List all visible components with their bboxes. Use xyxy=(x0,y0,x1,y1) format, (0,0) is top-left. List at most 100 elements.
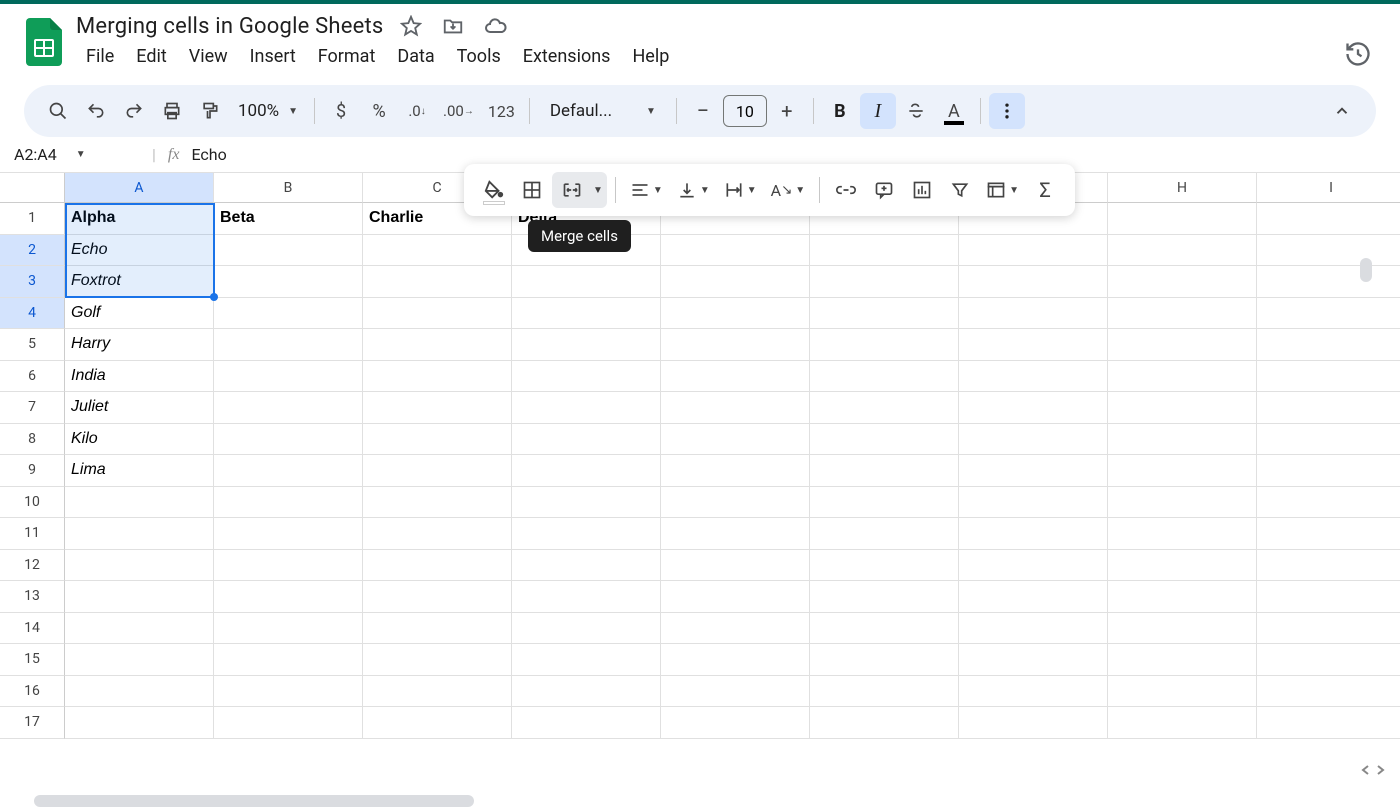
cell[interactable] xyxy=(65,676,214,708)
cell[interactable] xyxy=(1108,613,1257,645)
cell[interactable] xyxy=(363,518,512,550)
cell[interactable] xyxy=(810,329,959,361)
cell[interactable] xyxy=(363,581,512,613)
more-toolbar-button[interactable] xyxy=(989,93,1025,129)
cell[interactable] xyxy=(214,361,363,393)
cell[interactable] xyxy=(363,392,512,424)
more-formats-button[interactable]: 123 xyxy=(482,93,521,129)
star-icon[interactable] xyxy=(397,12,425,40)
column-header[interactable]: A xyxy=(65,173,214,203)
cell[interactable] xyxy=(512,518,661,550)
cell[interactable] xyxy=(512,707,661,739)
cell[interactable] xyxy=(363,361,512,393)
redo-icon[interactable] xyxy=(116,93,152,129)
cell[interactable] xyxy=(214,644,363,676)
horizontal-scrollbar-thumb[interactable] xyxy=(34,795,474,807)
menu-file[interactable]: File xyxy=(76,42,124,71)
cell[interactable] xyxy=(363,613,512,645)
search-icon[interactable] xyxy=(40,93,76,129)
cell[interactable] xyxy=(661,424,810,456)
text-color-button[interactable]: A xyxy=(936,93,972,129)
insert-comment-icon[interactable] xyxy=(866,172,902,208)
cell[interactable] xyxy=(661,581,810,613)
cell[interactable] xyxy=(1257,676,1400,708)
cell[interactable] xyxy=(959,329,1108,361)
cell[interactable] xyxy=(65,613,214,645)
cell[interactable] xyxy=(661,487,810,519)
cell[interactable] xyxy=(1108,298,1257,330)
menu-edit[interactable]: Edit xyxy=(126,42,176,71)
menu-insert[interactable]: Insert xyxy=(240,42,306,71)
cell[interactable] xyxy=(959,518,1108,550)
merge-cells-button[interactable] xyxy=(556,172,588,208)
row-header[interactable]: 2 xyxy=(0,235,65,267)
scroll-left-icon[interactable] xyxy=(1360,764,1372,776)
cell[interactable] xyxy=(512,424,661,456)
cell[interactable] xyxy=(959,455,1108,487)
cell[interactable] xyxy=(512,613,661,645)
cell[interactable] xyxy=(363,298,512,330)
cell[interactable] xyxy=(1257,518,1400,550)
cell[interactable]: Foxtrot xyxy=(65,266,214,298)
cell[interactable] xyxy=(363,644,512,676)
cell[interactable] xyxy=(661,707,810,739)
cell[interactable] xyxy=(1257,613,1400,645)
menu-tools[interactable]: Tools xyxy=(447,42,511,71)
cell[interactable] xyxy=(661,644,810,676)
cell[interactable]: Echo xyxy=(65,235,214,267)
menu-extensions[interactable]: Extensions xyxy=(513,42,621,71)
strikethrough-button[interactable] xyxy=(898,93,934,129)
cell[interactable] xyxy=(1108,676,1257,708)
row-header[interactable]: 4 xyxy=(0,298,65,330)
bold-button[interactable]: B xyxy=(822,93,858,129)
cell[interactable] xyxy=(959,550,1108,582)
decrease-font-size-button[interactable]: − xyxy=(685,93,721,129)
zoom-dropdown[interactable]: 100%▼ xyxy=(230,101,306,121)
cell[interactable] xyxy=(363,424,512,456)
cell[interactable] xyxy=(1108,455,1257,487)
cell[interactable] xyxy=(661,613,810,645)
row-header[interactable]: 12 xyxy=(0,550,65,582)
increase-decimal-icon[interactable]: .00→ xyxy=(437,93,480,129)
cell[interactable] xyxy=(1108,329,1257,361)
cell[interactable] xyxy=(1257,392,1400,424)
fill-color-button[interactable] xyxy=(476,172,512,208)
cell[interactable] xyxy=(661,392,810,424)
cell[interactable] xyxy=(512,361,661,393)
row-header[interactable]: 8 xyxy=(0,424,65,456)
row-header[interactable]: 13 xyxy=(0,581,65,613)
cell[interactable] xyxy=(1257,329,1400,361)
cell[interactable] xyxy=(810,518,959,550)
cell[interactable] xyxy=(363,235,512,267)
cell[interactable]: India xyxy=(65,361,214,393)
paint-format-icon[interactable] xyxy=(192,93,228,129)
text-rotation-button[interactable]: A↘▼ xyxy=(765,172,812,208)
cell[interactable] xyxy=(214,455,363,487)
cell[interactable] xyxy=(363,329,512,361)
cell[interactable] xyxy=(363,550,512,582)
cell[interactable] xyxy=(363,707,512,739)
cell[interactable]: Juliet xyxy=(65,392,214,424)
currency-icon[interactable]: $ xyxy=(323,93,359,129)
cell[interactable] xyxy=(1108,361,1257,393)
cloud-status-icon[interactable] xyxy=(481,12,509,40)
cell[interactable] xyxy=(661,676,810,708)
cell[interactable] xyxy=(959,581,1108,613)
cell[interactable] xyxy=(1108,550,1257,582)
cell[interactable] xyxy=(1108,203,1257,235)
cell[interactable] xyxy=(1108,518,1257,550)
cell[interactable] xyxy=(810,487,959,519)
cell[interactable] xyxy=(1108,581,1257,613)
scrollbar-thumb[interactable] xyxy=(1360,258,1372,282)
menu-format[interactable]: Format xyxy=(308,42,386,71)
cell[interactable] xyxy=(363,676,512,708)
cell[interactable] xyxy=(363,487,512,519)
column-header[interactable]: I xyxy=(1257,173,1400,203)
column-header[interactable]: H xyxy=(1108,173,1257,203)
cell[interactable]: Kilo xyxy=(65,424,214,456)
cell[interactable] xyxy=(1257,361,1400,393)
cell[interactable] xyxy=(1257,455,1400,487)
cell[interactable]: Lima xyxy=(65,455,214,487)
formula-bar-content[interactable]: Echo xyxy=(191,145,226,164)
cell[interactable] xyxy=(512,487,661,519)
